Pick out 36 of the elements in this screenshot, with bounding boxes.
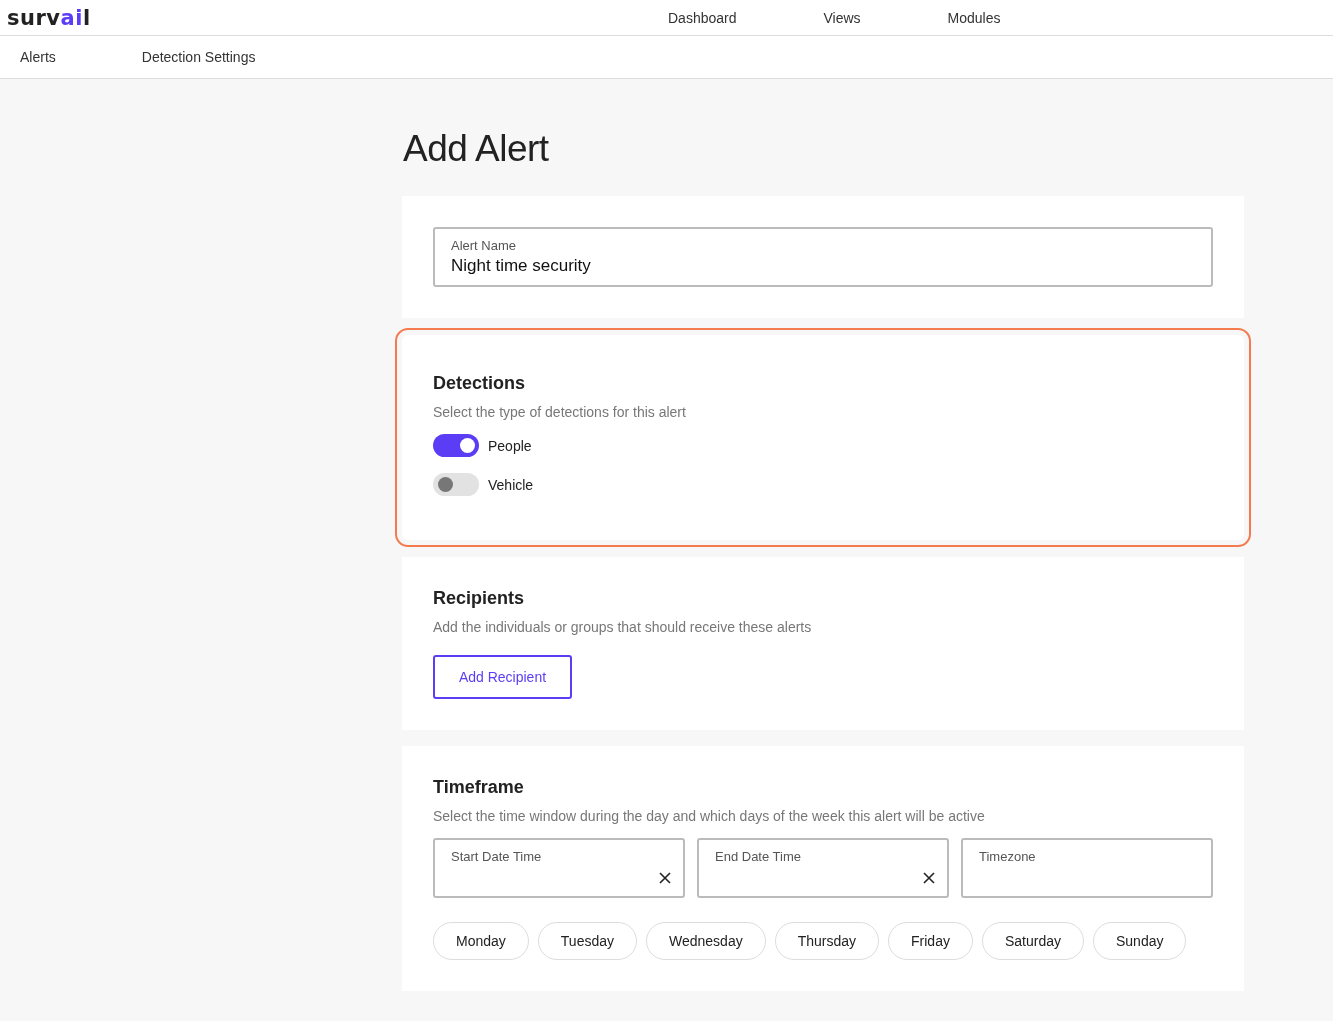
day-chip[interactable]: Thursday <box>774 922 880 960</box>
page-title: Add Alert <box>403 128 550 170</box>
toggle-label: People <box>488 437 532 454</box>
section-title: Recipients <box>433 588 526 609</box>
toggle-switch[interactable] <box>433 473 479 496</box>
toggle-label: Vehicle <box>488 476 534 493</box>
day-chip[interactable]: Saturday <box>981 922 1084 960</box>
field-label: End Date Time <box>715 849 802 864</box>
day-chip[interactable]: Monday <box>433 922 529 960</box>
section-description: Select the time window during the day and which days of the week this alert will be active <box>433 808 986 824</box>
day-chip[interactable]: Wednesday <box>646 922 766 960</box>
field-label: Alert Name <box>451 238 518 253</box>
close-icon[interactable] <box>659 872 671 884</box>
close-icon[interactable] <box>923 872 935 884</box>
section-title: Detections <box>433 373 527 394</box>
nav-link[interactable]: Modules <box>947 9 1001 26</box>
add-recipient-button[interactable]: Add Recipient <box>433 655 572 699</box>
day-chip[interactable]: Sunday <box>1093 922 1187 960</box>
field-label: Start Date Time <box>451 849 543 864</box>
logo-wordmark: survail <box>7 5 91 30</box>
section-title: Timeframe <box>433 777 525 798</box>
subnav-link[interactable]: Detection Settings <box>141 49 256 65</box>
day-chip[interactable]: Friday <box>888 922 973 960</box>
alert-name-field[interactable]: Alert Name Night time security <box>433 227 1213 287</box>
date-field[interactable]: End Date Time <box>697 838 949 898</box>
subnav-link[interactable]: Alerts <box>20 49 56 65</box>
toggle-switch[interactable] <box>433 434 479 457</box>
nav-link[interactable]: Dashboard <box>668 9 737 26</box>
nav-link[interactable]: Views <box>823 9 861 26</box>
field-label: Timezone <box>979 849 1037 864</box>
date-field[interactable]: Timezone <box>961 838 1213 898</box>
date-field[interactable]: Start Date Time <box>433 838 685 898</box>
section-description: Add the individuals or groups that should receive these alerts <box>433 619 813 635</box>
section-description: Select the type of detections for this alert <box>433 404 687 420</box>
field-value: Night time security <box>451 256 592 276</box>
day-chip[interactable]: Tuesday <box>537 922 637 960</box>
